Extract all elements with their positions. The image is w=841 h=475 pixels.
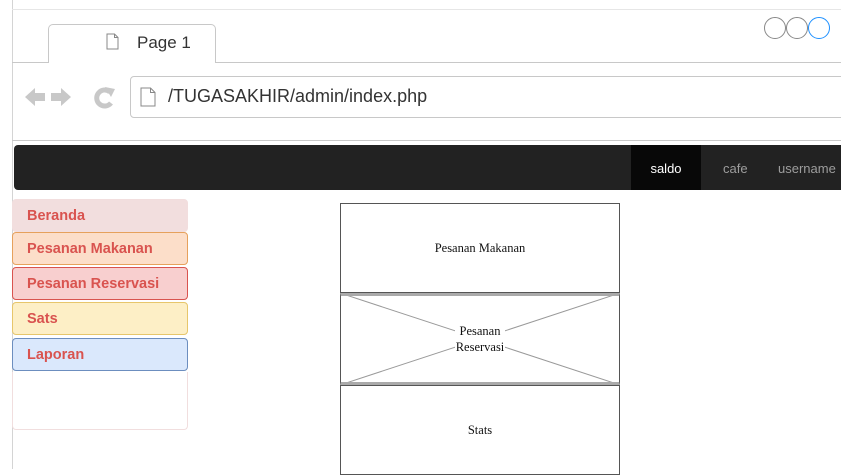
reload-icon[interactable]: [94, 87, 115, 109]
card-pesanan-reservasi[interactable]: Pesanan Reservasi: [340, 293, 620, 385]
nav-link-cafe[interactable]: cafe: [723, 145, 748, 190]
card-label: Pesanan Reservasi: [454, 323, 506, 355]
window-maximize-icon[interactable]: [786, 17, 808, 39]
card-pesanan-makanan[interactable]: Pesanan Makanan: [340, 203, 620, 293]
navigation-controls: [25, 87, 115, 109]
top-navbar: saldo cafe username: [14, 145, 841, 190]
nav-link-saldo[interactable]: saldo: [631, 145, 701, 190]
chrome-divider: [12, 140, 841, 141]
document-icon: [106, 33, 119, 50]
url-text: /TUGASAKHIR/admin/index.php: [168, 86, 428, 106]
card-label-line-2: Reservasi: [455, 340, 505, 354]
sidebar-item-beranda[interactable]: Beranda: [12, 199, 188, 232]
window-minimize-icon[interactable]: [764, 17, 786, 39]
window-top-border: [12, 9, 841, 10]
card-label: Pesanan Makanan: [434, 240, 526, 255]
tab-title: Page 1: [137, 33, 191, 52]
browser-tab[interactable]: Page 1: [48, 24, 216, 63]
address-bar[interactable]: /TUGASAKHIR/admin/index.php: [130, 76, 841, 118]
card-label-line-1: Pesanan: [459, 324, 501, 338]
window-close-icon[interactable]: [808, 17, 830, 39]
nav-link-username[interactable]: username: [778, 145, 836, 190]
sidebar-item-pesanan-makanan[interactable]: Pesanan Makanan: [12, 232, 188, 265]
sidebar-item-sats[interactable]: Sats: [12, 302, 188, 335]
card-stats[interactable]: Stats: [340, 385, 620, 475]
forward-arrow-icon[interactable]: [51, 88, 71, 106]
sidebar-item-pesanan-reservasi[interactable]: Pesanan Reservasi: [12, 267, 188, 300]
sidebar-item-laporan[interactable]: Laporan: [12, 338, 188, 371]
back-arrow-icon[interactable]: [25, 88, 45, 106]
card-label: Stats: [467, 422, 493, 437]
document-icon: [140, 87, 156, 107]
sidebar-panel: [12, 372, 188, 430]
